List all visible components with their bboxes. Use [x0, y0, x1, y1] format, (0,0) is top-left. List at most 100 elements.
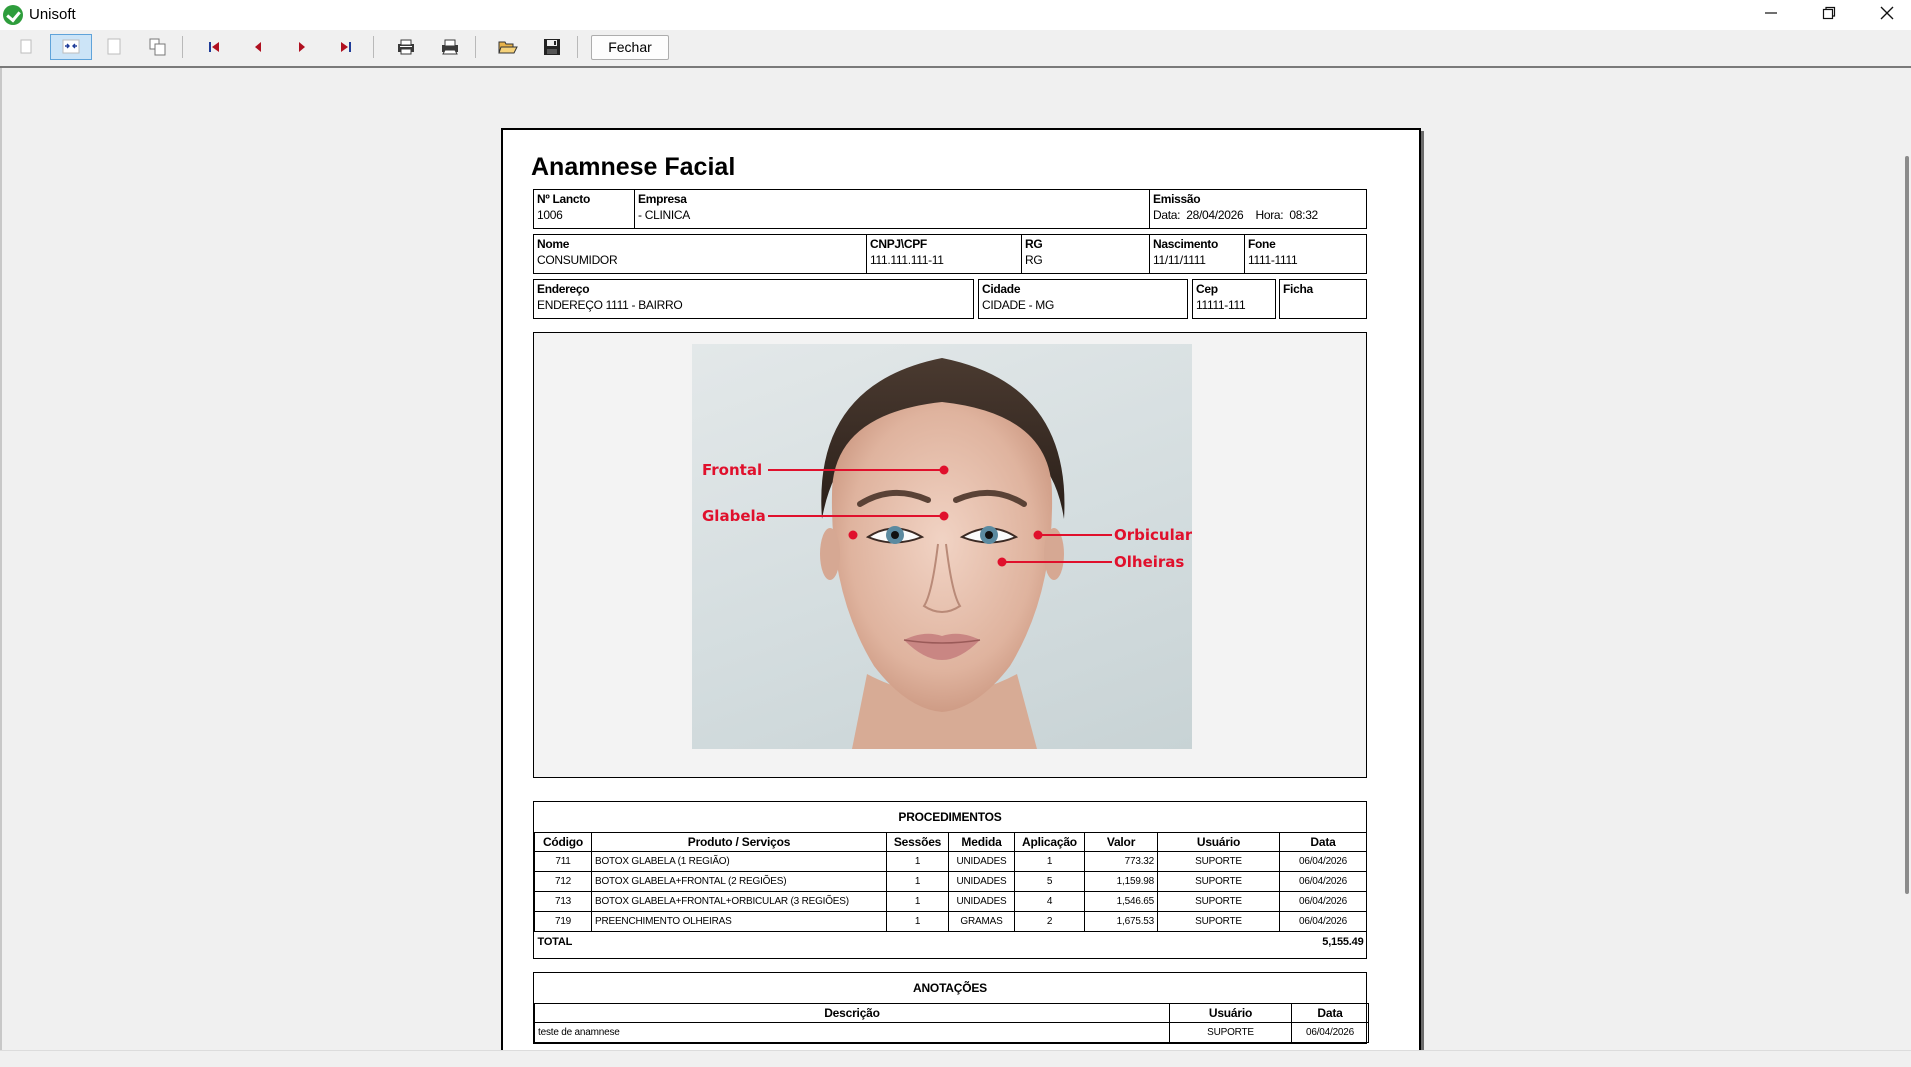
- rg-value: RG: [1025, 253, 1043, 267]
- app-logo-icon: [3, 5, 23, 25]
- page-width-button[interactable]: [50, 34, 92, 60]
- multiple-pages-button[interactable]: [144, 34, 172, 60]
- cell-valor: 1,159.98: [1084, 871, 1158, 892]
- toolbar-separator: [373, 36, 374, 58]
- close-window-button[interactable]: [1858, 0, 1911, 30]
- cidade-box: Cidade CIDADE - MG: [978, 279, 1188, 319]
- toolbar: Fechar: [0, 30, 1911, 66]
- cell-usuario: SUPORTE: [1157, 891, 1280, 912]
- table-row: 719 PREENCHIMENTO OLHEIRAS 1 GRAMAS 2 1,…: [534, 911, 1367, 932]
- cell-produto: BOTOX GLABELA (1 REGIÃO): [591, 851, 887, 872]
- nome-value: CONSUMIDOR: [537, 253, 618, 267]
- anotacoes-table: Descrição Usuário Data teste de anamnese…: [534, 1003, 1369, 1043]
- face-illustration: Frontal Glabela Orbicular Olheiras: [702, 358, 1192, 749]
- fone-value: 1111-1111: [1248, 253, 1298, 267]
- restore-icon: [1822, 6, 1836, 20]
- nascimento-label: Nascimento: [1153, 237, 1219, 251]
- cell-usuario: SUPORTE: [1157, 911, 1280, 932]
- print-setup-button[interactable]: [392, 34, 420, 60]
- previous-page-button[interactable]: [244, 34, 272, 60]
- cell-data: 06/04/2026: [1279, 891, 1367, 912]
- cell-medida: UNIDADES: [948, 851, 1015, 872]
- procedimentos-table-box: PROCEDIMENTOS Código Produto / Serviços …: [533, 801, 1367, 959]
- cell-produto: BOTOX GLABELA+FRONTAL (2 REGIÕES): [591, 871, 887, 892]
- emissao-label: Emissão: [1153, 192, 1201, 206]
- cell-data: 06/04/2026: [1279, 851, 1367, 872]
- cnpj-value: 111.111.111-11: [870, 253, 944, 267]
- vertical-scrollbar[interactable]: [1905, 156, 1909, 894]
- cell-valor: 1,546.65: [1084, 891, 1158, 912]
- cnpj-label: CNPJ\CPF: [870, 237, 927, 251]
- last-page-button[interactable]: [332, 34, 360, 60]
- cell-codigo: 712: [534, 871, 592, 892]
- cell-valor: 773.32: [1084, 851, 1158, 872]
- minimize-button[interactable]: [1742, 0, 1800, 30]
- cell-aplicacao: 4: [1014, 891, 1085, 912]
- cell-produto: PREENCHIMENTO OLHEIRAS: [591, 911, 887, 932]
- cell-usuario: SUPORTE: [1169, 1022, 1292, 1043]
- fone-cell: Fone 1111-1111: [1244, 235, 1365, 273]
- cep-value: 11111-111: [1196, 298, 1246, 312]
- header-box: Nº Lancto 1006 Empresa - CLINICA Emissão…: [533, 189, 1367, 229]
- previous-page-icon: [255, 42, 261, 52]
- cell-medida: UNIDADES: [948, 891, 1015, 912]
- minimize-icon: [1765, 12, 1777, 14]
- page-icon: [20, 39, 32, 54]
- col-descricao: Descrição: [534, 1003, 1170, 1023]
- pages-icon: [149, 38, 166, 56]
- save-button[interactable]: [538, 34, 566, 60]
- printer-icon: [442, 39, 458, 55]
- empresa-label: Empresa: [638, 192, 687, 206]
- lancto-cell: Nº Lancto 1006: [534, 190, 634, 228]
- total-value: 5,155.49: [1279, 931, 1367, 952]
- report-title: Anamnese Facial: [531, 153, 736, 181]
- cell-produto: BOTOX GLABELA+FRONTAL+ORBICULAR (3 REGIÕ…: [591, 891, 887, 912]
- col-medida: Medida: [948, 832, 1015, 852]
- col-produto: Produto / Serviços: [591, 832, 887, 852]
- endereco-label: Endereço: [537, 282, 590, 296]
- col-sessoes: Sessões: [886, 832, 949, 852]
- empresa-value: - CLINICA: [638, 208, 690, 222]
- first-page-button[interactable]: [200, 34, 228, 60]
- report-page: Anamnese Facial Nº Lancto 1006 Empresa -…: [501, 128, 1421, 1067]
- rg-label: RG: [1025, 237, 1043, 251]
- cell-codigo: 711: [534, 851, 592, 872]
- face-image: Frontal Glabela Orbicular Olheiras: [692, 344, 1192, 749]
- table-row: 711 BOTOX GLABELA (1 REGIÃO) 1 UNIDADES …: [534, 851, 1367, 872]
- next-page-button[interactable]: [288, 34, 316, 60]
- cell-aplicacao: 5: [1014, 871, 1085, 892]
- lancto-value: 1006: [537, 208, 563, 222]
- cell-codigo: 719: [534, 911, 592, 932]
- anotacoes-title: ANOTAÇÕES: [913, 981, 987, 995]
- first-page-icon: [209, 42, 219, 52]
- cell-usuario: SUPORTE: [1157, 851, 1280, 872]
- nascimento-value: 11/11/1111: [1153, 253, 1206, 267]
- emissao-values: Data: 28/04/2026 Hora: 08:32: [1153, 208, 1318, 222]
- hundred-percent-button[interactable]: [100, 34, 128, 60]
- col-data: Data: [1279, 832, 1367, 852]
- cell-descricao: teste de anamnese: [534, 1022, 1170, 1043]
- client-box: Nome CONSUMIDOR CNPJ\CPF 111.111.111-11 …: [533, 234, 1367, 274]
- restore-button[interactable]: [1800, 0, 1858, 30]
- cell-medida: GRAMAS: [948, 911, 1015, 932]
- cidade-label: Cidade: [982, 282, 1021, 296]
- fechar-button[interactable]: Fechar: [591, 35, 669, 60]
- toolbar-separator: [475, 36, 476, 58]
- print-button[interactable]: [436, 34, 464, 60]
- col-aplicacao: Aplicação: [1014, 832, 1085, 852]
- endereco-box: Endereço ENDEREÇO 1111 - BAIRRO: [533, 279, 974, 319]
- next-page-icon: [299, 42, 305, 52]
- open-file-button[interactable]: [494, 34, 522, 60]
- cell-aplicacao: 2: [1014, 911, 1085, 932]
- cell-usuario: SUPORTE: [1157, 871, 1280, 892]
- whole-page-button[interactable]: [12, 34, 40, 60]
- anotacoes-table-box: ANOTAÇÕES Descrição Usuário Data teste d…: [533, 972, 1369, 1044]
- rg-cell: RG RG: [1021, 235, 1149, 273]
- endereco-value: ENDEREÇO 1111 - BAIRRO: [537, 298, 683, 312]
- hora-value: 08:32: [1289, 208, 1318, 222]
- procedimentos-title: PROCEDIMENTOS: [898, 810, 1002, 824]
- ficha-box: Ficha: [1279, 279, 1367, 319]
- toolbar-separator: [577, 36, 578, 58]
- col-data: Data: [1291, 1003, 1369, 1023]
- anotacoes-header-row: Descrição Usuário Data: [534, 1003, 1369, 1023]
